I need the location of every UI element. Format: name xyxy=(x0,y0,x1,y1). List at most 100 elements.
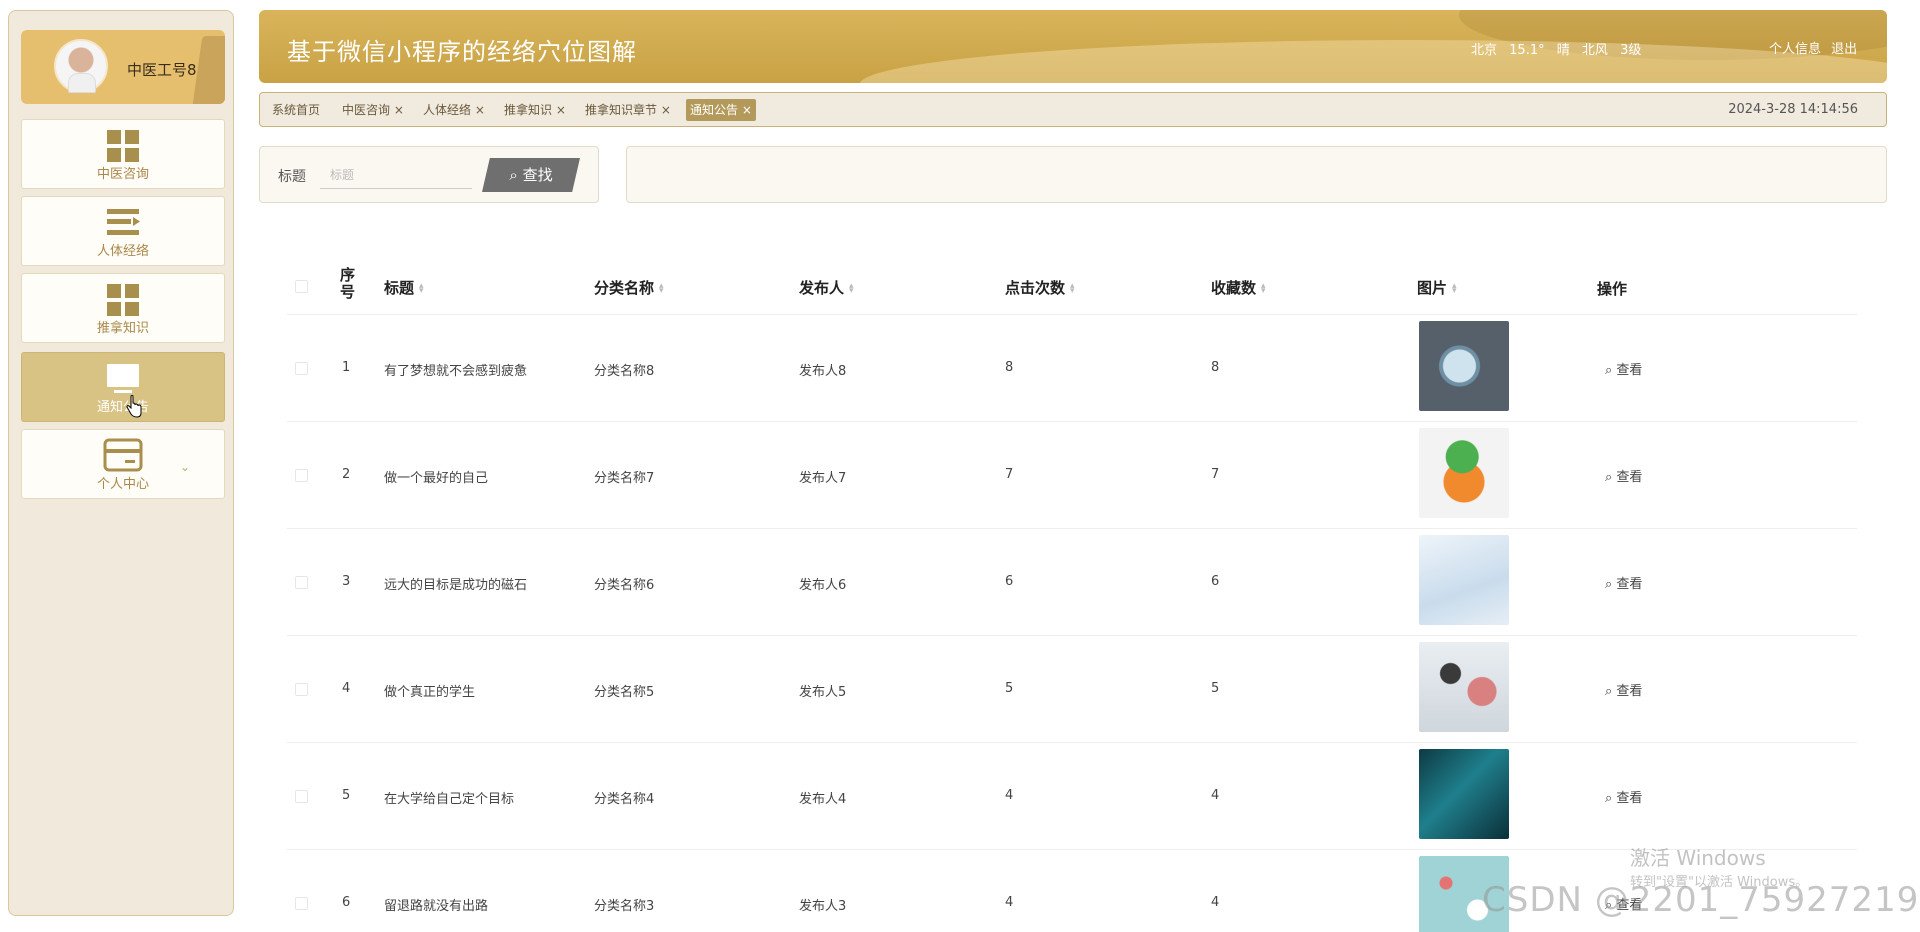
tab-massage[interactable]: 推拿知识 × xyxy=(500,99,570,121)
cell-clicks: 8 xyxy=(1005,360,1014,375)
cell-category: 分类名称3 xyxy=(594,899,655,914)
cell-title: 做个真正的学生 xyxy=(384,685,476,700)
grid-icon xyxy=(107,284,139,316)
col-title[interactable]: 标题 ▴ ▾ xyxy=(384,277,424,298)
cell-no: 3 xyxy=(342,574,351,589)
col-clicks[interactable]: 点击次数 ▴ ▾ xyxy=(1005,277,1075,298)
row-checkbox[interactable] xyxy=(295,469,308,482)
avatar[interactable] xyxy=(54,39,108,93)
tab-home[interactable]: 系统首页 xyxy=(268,99,324,121)
view-button[interactable]: ⌕ 查看 xyxy=(1605,573,1642,592)
magnifier-icon: ⌕ xyxy=(1605,470,1617,485)
cell-favorites: 4 xyxy=(1211,788,1220,803)
cell-no: 5 xyxy=(342,788,351,803)
col-no: 序号 xyxy=(340,266,356,301)
table-row: 1 有了梦想就不会感到疲惫 分类名称8 发布人8 8 8 ⌕ 查看 xyxy=(287,315,1857,422)
toolbar-panel xyxy=(626,146,1887,203)
col-image[interactable]: 图片 ▴ ▾ xyxy=(1417,277,1457,298)
chevron-down-icon[interactable]: ⌄ xyxy=(180,460,190,474)
magnifier-icon: ⌕ xyxy=(1605,684,1617,699)
cell-category: 分类名称4 xyxy=(594,792,655,807)
thumbnail-image[interactable] xyxy=(1419,535,1509,625)
sidebar-item-massage[interactable]: 推拿知识 xyxy=(21,273,225,343)
cell-category: 分类名称6 xyxy=(594,578,655,593)
datetime: 2024-3-28 14:14:56 xyxy=(1728,102,1858,117)
sidebar-item-label: 推拿知识 xyxy=(96,321,149,336)
table-header: 序号 标题 ▴ ▾ 分类名称 ▴ ▾ 发布人 ▴ ▾ 点击次数 ▴ ▾ 收藏数 ▴ ▾ 图片 ▴ ▾ 操… xyxy=(287,255,1857,315)
row-checkbox[interactable] xyxy=(295,576,308,589)
cell-favorites: 7 xyxy=(1211,467,1220,482)
monitor-icon xyxy=(107,364,139,393)
cell-category: 分类名称5 xyxy=(594,685,655,700)
sidebar-item-label: 中医咨询 xyxy=(96,167,149,182)
cell-no: 4 xyxy=(342,681,351,696)
tab-massage-chapters[interactable]: 推拿知识章节 × xyxy=(581,99,675,121)
select-all-checkbox[interactable] xyxy=(295,280,308,293)
sidebar-item-label: 人体经络 xyxy=(96,244,149,259)
page-title: 基于微信小程序的经络穴位图解 xyxy=(287,38,637,66)
thumbnail-image[interactable] xyxy=(1419,428,1509,518)
grid-icon xyxy=(107,130,139,162)
sidebar: 中医工号8 中医咨询 人体经络 推拿知识 通知公告 个人中心 ⌄ xyxy=(8,10,234,916)
tab-bar: 系统首页 中医咨询 × 人体经络 × 推拿知识 × 推拿知识章节 × 通知公告 … xyxy=(259,92,1887,127)
cell-publisher: 发布人4 xyxy=(799,792,847,807)
cell-clicks: 4 xyxy=(1005,895,1014,910)
cell-clicks: 4 xyxy=(1005,788,1014,803)
tab-meridians[interactable]: 人体经络 × xyxy=(419,99,489,121)
weather-condition: 晴 xyxy=(1556,43,1570,58)
col-publisher[interactable]: 发布人 ▴ ▾ xyxy=(799,277,854,298)
search-label: 标题 xyxy=(278,169,306,185)
sidebar-item-notice[interactable]: 通知公告 xyxy=(21,352,225,422)
cell-clicks: 7 xyxy=(1005,467,1014,482)
card-icon xyxy=(103,438,143,472)
magnifier-icon: ⌕ xyxy=(1605,363,1617,378)
table-row: 3 远大的目标是成功的磁石 分类名称6 发布人6 6 6 ⌕ 查看 xyxy=(287,529,1857,636)
user-card: 中医工号8 xyxy=(21,30,225,104)
cell-clicks: 6 xyxy=(1005,574,1014,589)
user-name: 中医工号8 xyxy=(127,61,197,79)
weather-temp: 15.1° xyxy=(1509,43,1545,58)
tab-tcm-consult[interactable]: 中医咨询 × xyxy=(338,99,408,121)
header-banner: 基于微信小程序的经络穴位图解 北京 15.1° 晴 北风 3级 个人信息 退出 xyxy=(259,10,1887,83)
sidebar-item-tcm-consult[interactable]: 中医咨询 xyxy=(21,119,225,189)
view-button[interactable]: ⌕ 查看 xyxy=(1605,466,1642,485)
cell-category: 分类名称7 xyxy=(594,471,655,486)
cell-title: 远大的目标是成功的磁石 xyxy=(384,578,528,593)
logout-link[interactable]: 退出 xyxy=(1831,42,1857,57)
search-input[interactable] xyxy=(320,161,472,189)
row-checkbox[interactable] xyxy=(295,683,308,696)
magnifier-icon: ⌕ xyxy=(1605,577,1617,592)
row-checkbox[interactable] xyxy=(295,362,308,375)
col-category[interactable]: 分类名称 ▴ ▾ xyxy=(594,277,664,298)
thumbnail-image[interactable] xyxy=(1419,749,1509,839)
view-button[interactable]: ⌕ 查看 xyxy=(1605,359,1642,378)
search-icon: ⌕ xyxy=(509,166,518,184)
cell-title: 有了梦想就不会感到疲惫 xyxy=(384,364,528,379)
table-row: 4 做个真正的学生 分类名称5 发布人5 5 5 ⌕ 查看 xyxy=(287,636,1857,743)
weather-info: 北京 15.1° 晴 北风 3级 xyxy=(1471,39,1649,58)
cell-no: 6 xyxy=(342,895,351,910)
row-checkbox[interactable] xyxy=(295,897,308,910)
magnifier-icon: ⌕ xyxy=(1605,791,1617,806)
col-favorites[interactable]: 收藏数 ▴ ▾ xyxy=(1211,277,1266,298)
csdn-watermark: CSDN @2201_75927219 xyxy=(1482,880,1920,920)
view-button[interactable]: ⌕ 查看 xyxy=(1605,787,1642,806)
cell-favorites: 8 xyxy=(1211,360,1220,375)
thumbnail-image[interactable] xyxy=(1419,321,1509,411)
thumbnail-image[interactable] xyxy=(1419,642,1509,732)
sidebar-item-personal-center[interactable]: 个人中心 ⌄ xyxy=(21,429,225,499)
sidebar-item-meridians[interactable]: 人体经络 xyxy=(21,196,225,266)
tab-notice[interactable]: 通知公告 × xyxy=(686,99,756,121)
search-button-label: 查找 xyxy=(522,166,553,184)
profile-link[interactable]: 个人信息 xyxy=(1769,42,1821,57)
search-button[interactable]: ⌕ 查找 xyxy=(482,158,580,192)
view-button[interactable]: ⌕ 查看 xyxy=(1605,680,1642,699)
header-links: 个人信息 退出 xyxy=(1763,38,1857,57)
cell-no: 1 xyxy=(342,360,351,375)
cell-clicks: 5 xyxy=(1005,681,1014,696)
row-checkbox[interactable] xyxy=(295,790,308,803)
cell-publisher: 发布人6 xyxy=(799,578,847,593)
cell-favorites: 5 xyxy=(1211,681,1220,696)
cell-no: 2 xyxy=(342,467,351,482)
cell-publisher: 发布人3 xyxy=(799,899,847,914)
